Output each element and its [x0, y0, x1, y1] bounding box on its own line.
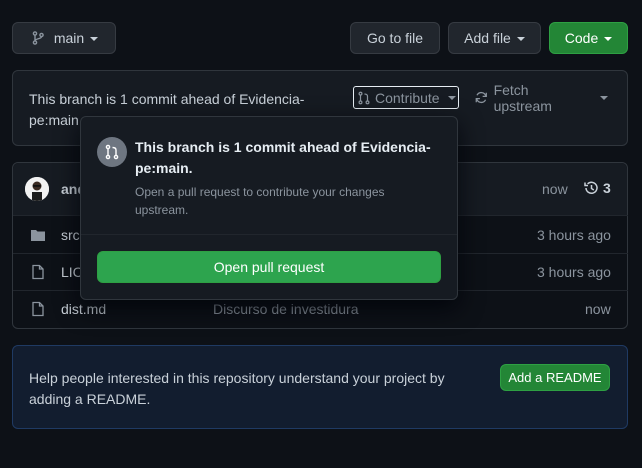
commit-count: 3	[603, 180, 611, 196]
branch-name: main	[53, 30, 85, 46]
file-name[interactable]: dist.md	[61, 301, 106, 317]
open-pull-request-button[interactable]: Open pull request	[97, 251, 441, 283]
sync-icon	[475, 91, 487, 104]
git-branch-icon	[32, 31, 44, 45]
add-readme-label: Add a README	[508, 370, 602, 385]
chevron-down-icon	[90, 36, 99, 41]
contribute-label: Contribute	[375, 89, 440, 106]
chevron-down-icon	[447, 96, 456, 100]
divider	[81, 234, 457, 235]
popover-icon-circle	[97, 137, 127, 167]
contribute-popover: This branch is 1 commit ahead of Evidenc…	[80, 116, 458, 300]
file-time: now	[585, 301, 611, 317]
readme-prompt-text: Help people interested in this repositor…	[29, 370, 445, 407]
commit-time[interactable]: now	[542, 181, 568, 197]
branch-select-button[interactable]: main	[12, 22, 116, 54]
go-to-file-label: Go to file	[366, 30, 424, 46]
avatar-image	[25, 177, 49, 201]
commit-message[interactable]: Discurso de investidura	[213, 301, 359, 317]
folder-icon	[31, 230, 45, 241]
chevron-down-icon	[516, 36, 525, 41]
add-file-label: Add file	[464, 30, 511, 46]
file-name[interactable]: src	[61, 227, 80, 243]
file-time: 3 hours ago	[537, 227, 611, 243]
file-time: 3 hours ago	[537, 264, 611, 280]
avatar[interactable]	[25, 177, 49, 201]
add-readme-button[interactable]: Add a README	[500, 364, 610, 391]
chevron-down-icon	[600, 96, 608, 100]
popover-title: This branch is 1 commit ahead of Evidenc…	[135, 139, 431, 176]
fetch-upstream-button[interactable]: Fetch upstream	[474, 82, 608, 114]
history-icon	[584, 181, 598, 194]
file-icon	[32, 301, 44, 317]
file-icon	[32, 264, 44, 280]
chevron-down-icon	[604, 36, 613, 41]
go-to-file-button[interactable]: Go to file	[350, 22, 440, 54]
pull-request-icon	[105, 144, 119, 160]
pull-request-icon	[358, 91, 370, 104]
popover-description: Open a pull request to contribute your c…	[135, 185, 385, 217]
add-file-button[interactable]: Add file	[448, 22, 541, 54]
code-button[interactable]: Code	[549, 22, 628, 54]
commit-history-link[interactable]: 3	[583, 180, 611, 196]
code-label: Code	[564, 30, 599, 46]
contribute-button[interactable]: Contribute	[353, 86, 459, 109]
open-pull-request-label: Open pull request	[213, 259, 325, 275]
fetch-upstream-label: Fetch upstream	[493, 81, 552, 114]
